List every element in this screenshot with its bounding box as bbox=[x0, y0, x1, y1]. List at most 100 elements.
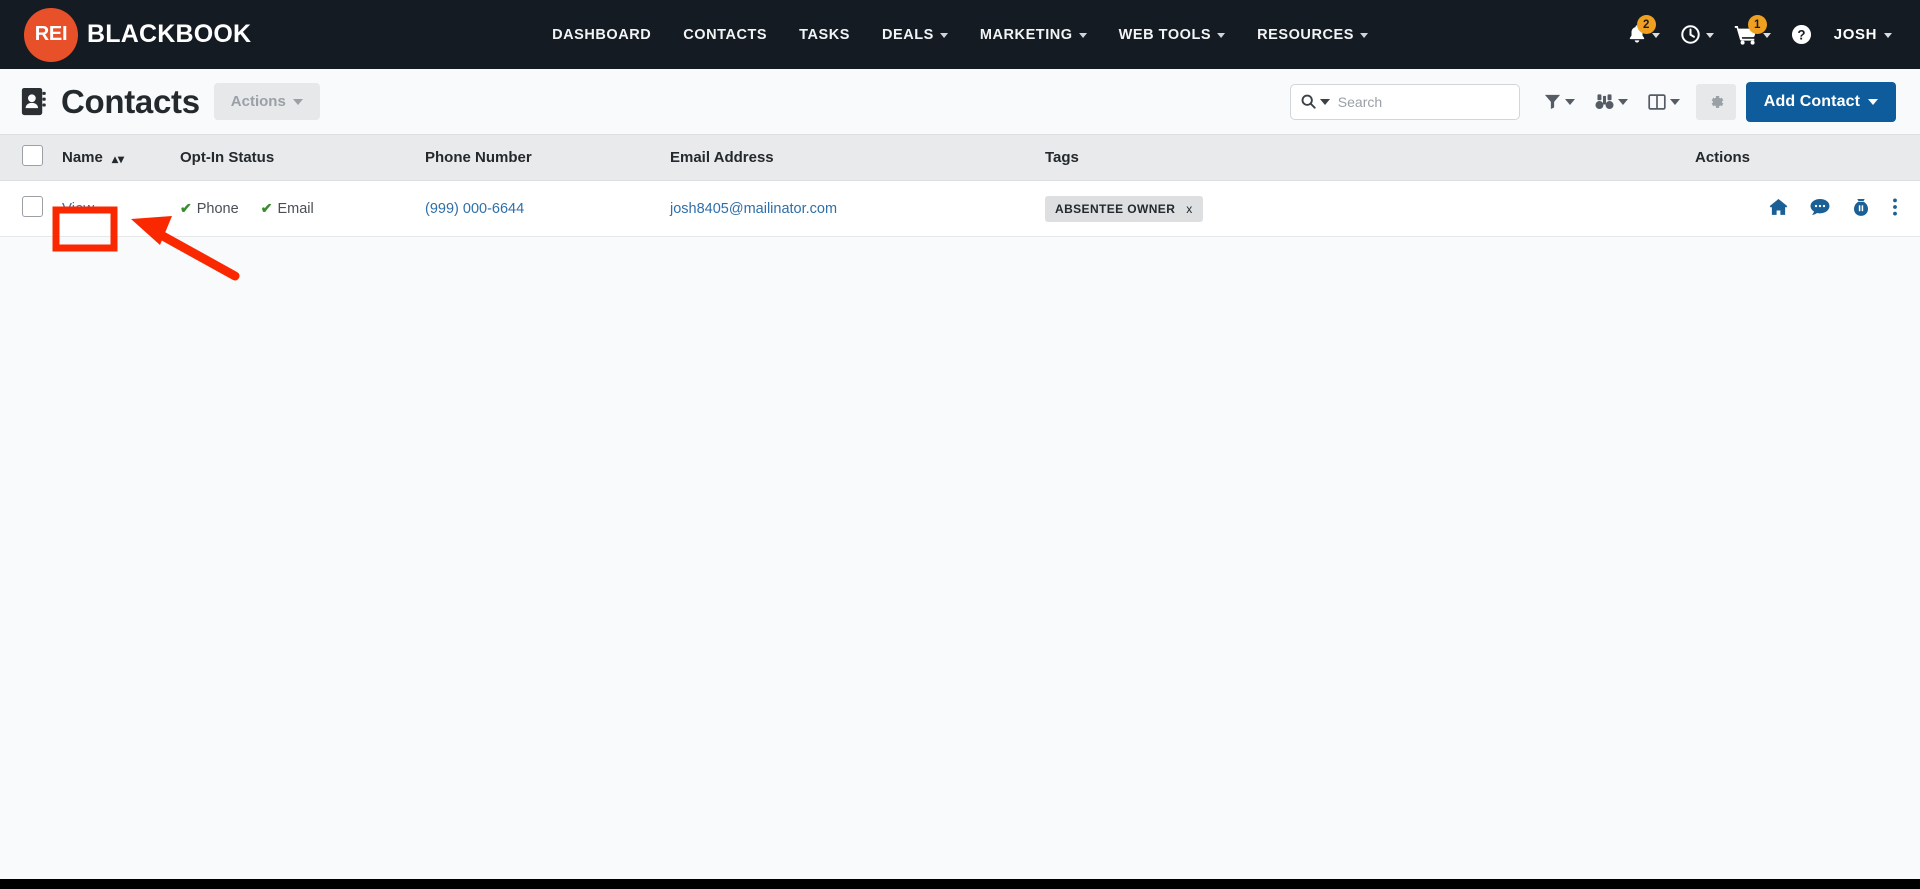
column-layout-dropdown-button[interactable] bbox=[1638, 86, 1690, 118]
column-label-email: Email Address bbox=[670, 149, 774, 166]
nav-item-resources[interactable]: RESOURCES bbox=[1241, 17, 1384, 53]
nav-item-tasks[interactable]: TASKS bbox=[783, 17, 866, 53]
nav-label: MARKETING bbox=[979, 26, 1073, 43]
help-button[interactable]: ? bbox=[1783, 18, 1820, 51]
optin-email: ✔ Email bbox=[261, 200, 314, 217]
tag-badge: ABSENTEE OWNER x bbox=[1045, 195, 1203, 222]
page-toolbar: Add Contact bbox=[1289, 81, 1896, 122]
actions-label: Actions bbox=[230, 93, 286, 110]
column-label-actions: Actions bbox=[1695, 149, 1751, 166]
brand-logo[interactable]: REI BLACKBOOK bbox=[24, 7, 252, 62]
gear-icon bbox=[1711, 95, 1724, 108]
settings-button[interactable] bbox=[1695, 83, 1736, 120]
caret-down-icon bbox=[1868, 98, 1878, 105]
nav-right-cluster: 2 1 ? JOSH bbox=[1619, 15, 1896, 51]
contacts-table: Name ▴▾ Opt-In Status Phone Number Email… bbox=[0, 134, 1920, 237]
help-circle-icon: ? bbox=[1791, 24, 1811, 45]
chevron-down-icon bbox=[1884, 33, 1892, 38]
clock-icon bbox=[1681, 25, 1700, 44]
row-action-icons bbox=[1769, 197, 1898, 217]
cart-button[interactable]: 1 bbox=[1726, 15, 1779, 51]
select-all-checkbox[interactable] bbox=[22, 145, 43, 166]
chevron-down-icon bbox=[1078, 33, 1087, 38]
svg-text:?: ? bbox=[1797, 27, 1805, 42]
row-actions-cell bbox=[1685, 180, 1920, 237]
column-label-phone: Phone Number bbox=[425, 149, 532, 166]
nav-item-deals[interactable]: DEALS bbox=[866, 17, 964, 53]
check-icon: ✔ bbox=[260, 200, 273, 216]
search-icon bbox=[1301, 94, 1316, 109]
property-home-button[interactable] bbox=[1769, 198, 1788, 216]
add-contact-label: Add Contact bbox=[1763, 92, 1860, 110]
table-header: Name ▴▾ Opt-In Status Phone Number Email… bbox=[0, 134, 1920, 181]
nav-item-contacts[interactable]: CONTACTS bbox=[667, 17, 783, 53]
column-header-actions: Actions bbox=[1685, 134, 1920, 181]
page-header: Contacts Actions Search Add Contact bbox=[0, 69, 1920, 134]
table-row: View ✔ Phone ✔ Email (999) 000-6644 josh… bbox=[0, 180, 1920, 237]
nav-label: TASKS bbox=[799, 26, 850, 43]
saved-search-dropdown-button[interactable] bbox=[1585, 85, 1638, 119]
sort-arrows-icon: ▴▾ bbox=[112, 152, 125, 166]
speech-bubble-icon bbox=[1810, 199, 1830, 215]
caret-down-icon bbox=[1669, 98, 1680, 105]
column-header-name[interactable]: Name ▴▾ bbox=[52, 134, 170, 181]
phone-link[interactable]: (999) 000-6644 bbox=[425, 201, 524, 217]
column-header-email: Email Address bbox=[660, 134, 1035, 181]
chevron-down-icon bbox=[1762, 33, 1771, 38]
column-header-phone: Phone Number bbox=[415, 134, 660, 181]
row-email-cell: josh8405@mailinator.com bbox=[660, 180, 1035, 237]
column-label-optin: Opt-In Status bbox=[180, 149, 275, 166]
bottom-bar bbox=[0, 879, 1920, 889]
caret-down-icon bbox=[292, 98, 303, 105]
brand-name-blackbook: BLACKBOOK bbox=[87, 20, 252, 48]
caret-down-icon bbox=[1564, 98, 1575, 105]
nav-label: CONTACTS bbox=[683, 26, 768, 43]
email-link[interactable]: josh8405@mailinator.com bbox=[670, 201, 837, 217]
notifications-button[interactable]: 2 bbox=[1619, 15, 1668, 51]
send-message-button[interactable] bbox=[1810, 198, 1830, 216]
optin-phone-label: Phone bbox=[196, 200, 239, 217]
user-name-label: JOSH bbox=[1833, 26, 1877, 43]
select-all-header bbox=[0, 134, 52, 181]
user-menu-button[interactable]: JOSH bbox=[1824, 20, 1896, 49]
nav-label: WEB TOOLS bbox=[1118, 26, 1212, 43]
chevron-down-icon bbox=[939, 33, 948, 38]
optin-phone: ✔ Phone bbox=[180, 200, 239, 217]
row-tags-cell: ABSENTEE OWNER x bbox=[1035, 180, 1685, 237]
nav-item-web-tools[interactable]: WEB TOOLS bbox=[1103, 17, 1242, 53]
address-book-icon bbox=[18, 86, 49, 117]
recent-activity-button[interactable] bbox=[1672, 18, 1722, 51]
more-options-button[interactable] bbox=[1892, 197, 1898, 217]
row-name-cell: View bbox=[52, 180, 170, 237]
view-contact-link[interactable]: View bbox=[62, 200, 94, 217]
main-menu: DASHBOARD CONTACTS TASKS DEALS MARKETING… bbox=[536, 17, 1384, 53]
actions-dropdown-button[interactable]: Actions bbox=[213, 83, 320, 120]
table-header-row: Name ▴▾ Opt-In Status Phone Number Email… bbox=[0, 134, 1920, 181]
chevron-down-icon bbox=[1651, 33, 1660, 38]
cart-badge: 1 bbox=[1747, 15, 1767, 34]
page-title: Contacts bbox=[61, 82, 200, 120]
nav-label: DEALS bbox=[881, 26, 934, 43]
brand-badge-rei: REI bbox=[24, 7, 78, 62]
search-input[interactable] bbox=[1337, 93, 1519, 110]
column-header-optin: Opt-In Status bbox=[170, 134, 415, 181]
row-optin-cell: ✔ Phone ✔ Email bbox=[170, 180, 415, 237]
home-icon bbox=[1769, 198, 1788, 215]
add-to-deal-button[interactable] bbox=[1852, 198, 1870, 217]
tag-remove-icon[interactable]: x bbox=[1186, 202, 1192, 216]
add-contact-button[interactable]: Add Contact bbox=[1745, 81, 1896, 122]
search-box[interactable] bbox=[1289, 83, 1520, 120]
search-scope-caret-icon[interactable] bbox=[1319, 98, 1330, 105]
row-checkbox[interactable] bbox=[22, 196, 43, 217]
vertical-ellipsis-icon bbox=[1893, 198, 1897, 216]
nav-item-dashboard[interactable]: DASHBOARD bbox=[536, 17, 667, 53]
page-title-group: Contacts bbox=[18, 83, 200, 121]
table-body: View ✔ Phone ✔ Email (999) 000-6644 josh… bbox=[0, 180, 1920, 237]
tag-label: ABSENTEE OWNER bbox=[1055, 201, 1176, 216]
nav-item-marketing[interactable]: MARKETING bbox=[964, 17, 1103, 53]
row-phone-cell: (999) 000-6644 bbox=[415, 180, 660, 237]
notifications-badge: 2 bbox=[1636, 15, 1656, 34]
filter-dropdown-button[interactable] bbox=[1534, 85, 1585, 118]
row-select-cell bbox=[0, 180, 52, 237]
chevron-down-icon bbox=[1359, 33, 1368, 38]
